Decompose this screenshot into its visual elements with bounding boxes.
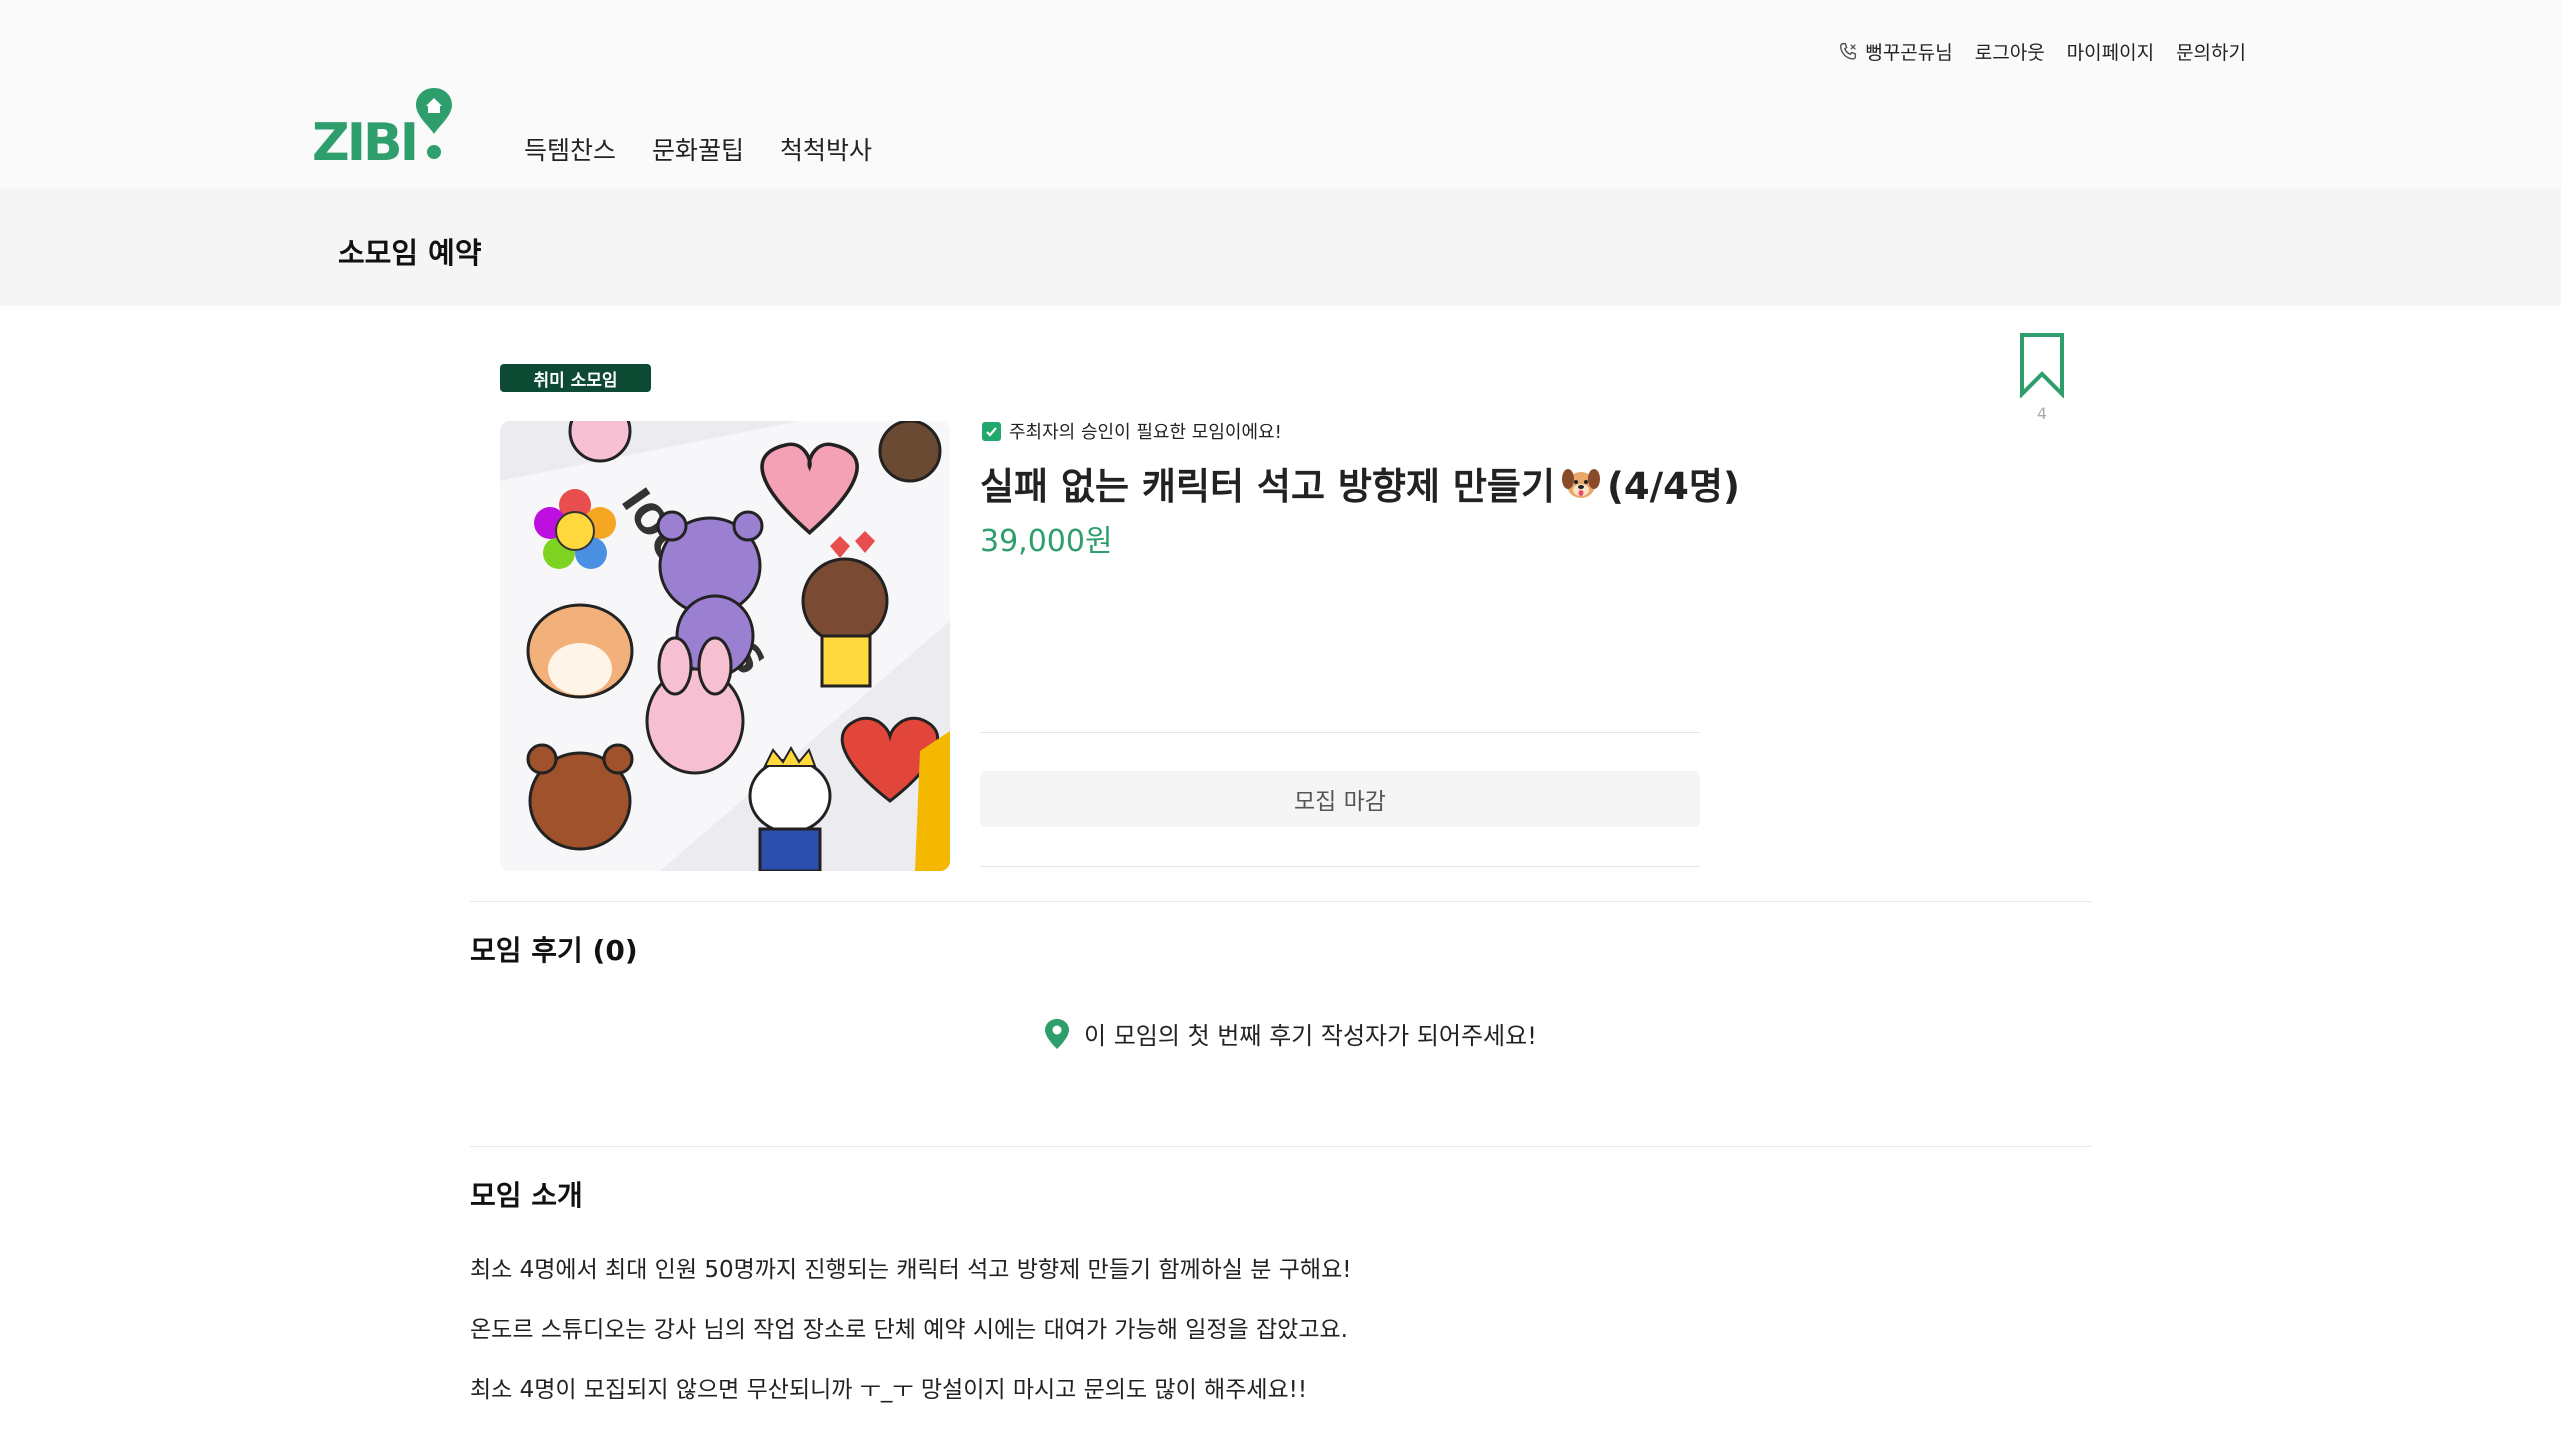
main-nav: 득템찬스 문화꿀팁 척척박사 [524,131,872,167]
reviews-empty-state: 이 모임의 첫 번째 후기 작성자가 되어주세요! [1044,1016,1537,1051]
reviews-title: 모임 후기 (0) [470,934,638,967]
product-price: 39,000원 [980,524,1113,559]
nav-item-culture-tips[interactable]: 문화꿀팁 [652,131,744,167]
user-menu[interactable]: 뻥꾸곤듀님 [1837,38,1953,65]
bookmark-count: 4 [2036,404,2048,423]
section-divider [470,901,2092,902]
site-header: 뻥꾸곤듀님 로그아웃 마이페이지 문의하기 ZIBI 득템찬스 문화꿀팁 척척박… [0,0,2561,188]
contact-link[interactable]: 문의하기 [2176,38,2246,65]
user-name: 뻥꾸곤듀님 [1865,42,1953,64]
category-tag: 취미 소모임 [500,364,651,392]
utility-nav: 뻥꾸곤듀님 로그아웃 마이페이지 문의하기 [1837,38,2246,65]
approval-text: 주최자의 승인이 필요한 모임이에요! [1009,422,1282,443]
dog-emoji-icon [1562,469,1601,498]
check-icon [982,421,1001,441]
intro-paragraph: 온도르 스튜디오는 강사 님의 작업 장소로 단체 예약 시에는 대여가 가능해… [470,1317,1348,1343]
section-divider [470,1146,2092,1147]
zibi-logo[interactable]: ZIBI [312,86,460,164]
page-subheader: 소모임 예약 [0,188,2561,306]
product-title-text: 실패 없는 캐릭터 석고 방향제 만들기 [980,465,1556,508]
nav-item-deals[interactable]: 득템찬스 [524,131,616,167]
mypage-link[interactable]: 마이페이지 [2067,38,2154,65]
capacity-text: (4/4명) [1607,465,1740,508]
user-phone-icon [1840,42,1857,60]
intro-paragraph: 최소 4명이 모집되지 않으면 무산되니까 ㅜ_ㅜ 망설이지 마시고 문의도 많… [470,1377,1308,1403]
product-title: 실패 없는 캐릭터 석고 방향제 만들기 (4/4명) [980,456,1740,510]
bookmark-icon[interactable] [2018,332,2066,398]
location-pin-icon [1045,1018,1069,1049]
page-title: 소모임 예약 [338,236,482,270]
intro-title: 모임 소개 [470,1179,583,1212]
logout-link[interactable]: 로그아웃 [1975,38,2045,65]
intro-paragraph: 최소 4명에서 최대 인원 50명까지 진행되는 캐릭터 석고 방향제 만들기 … [470,1257,1352,1283]
reviews-empty-text: 이 모임의 첫 번째 후기 작성자가 되어주세요! [1084,1022,1537,1050]
product-image: IOCO·SAS [500,421,950,871]
nav-item-expert[interactable]: 척척박사 [780,131,872,167]
divider [980,732,1700,733]
recruitment-closed-button[interactable]: 모집 마감 [980,771,1700,827]
svg-text:ZIBI: ZIBI [312,113,416,164]
divider [980,866,1700,867]
approval-notice: 주최자의 승인이 필요한 모임이에요! [982,418,1282,444]
